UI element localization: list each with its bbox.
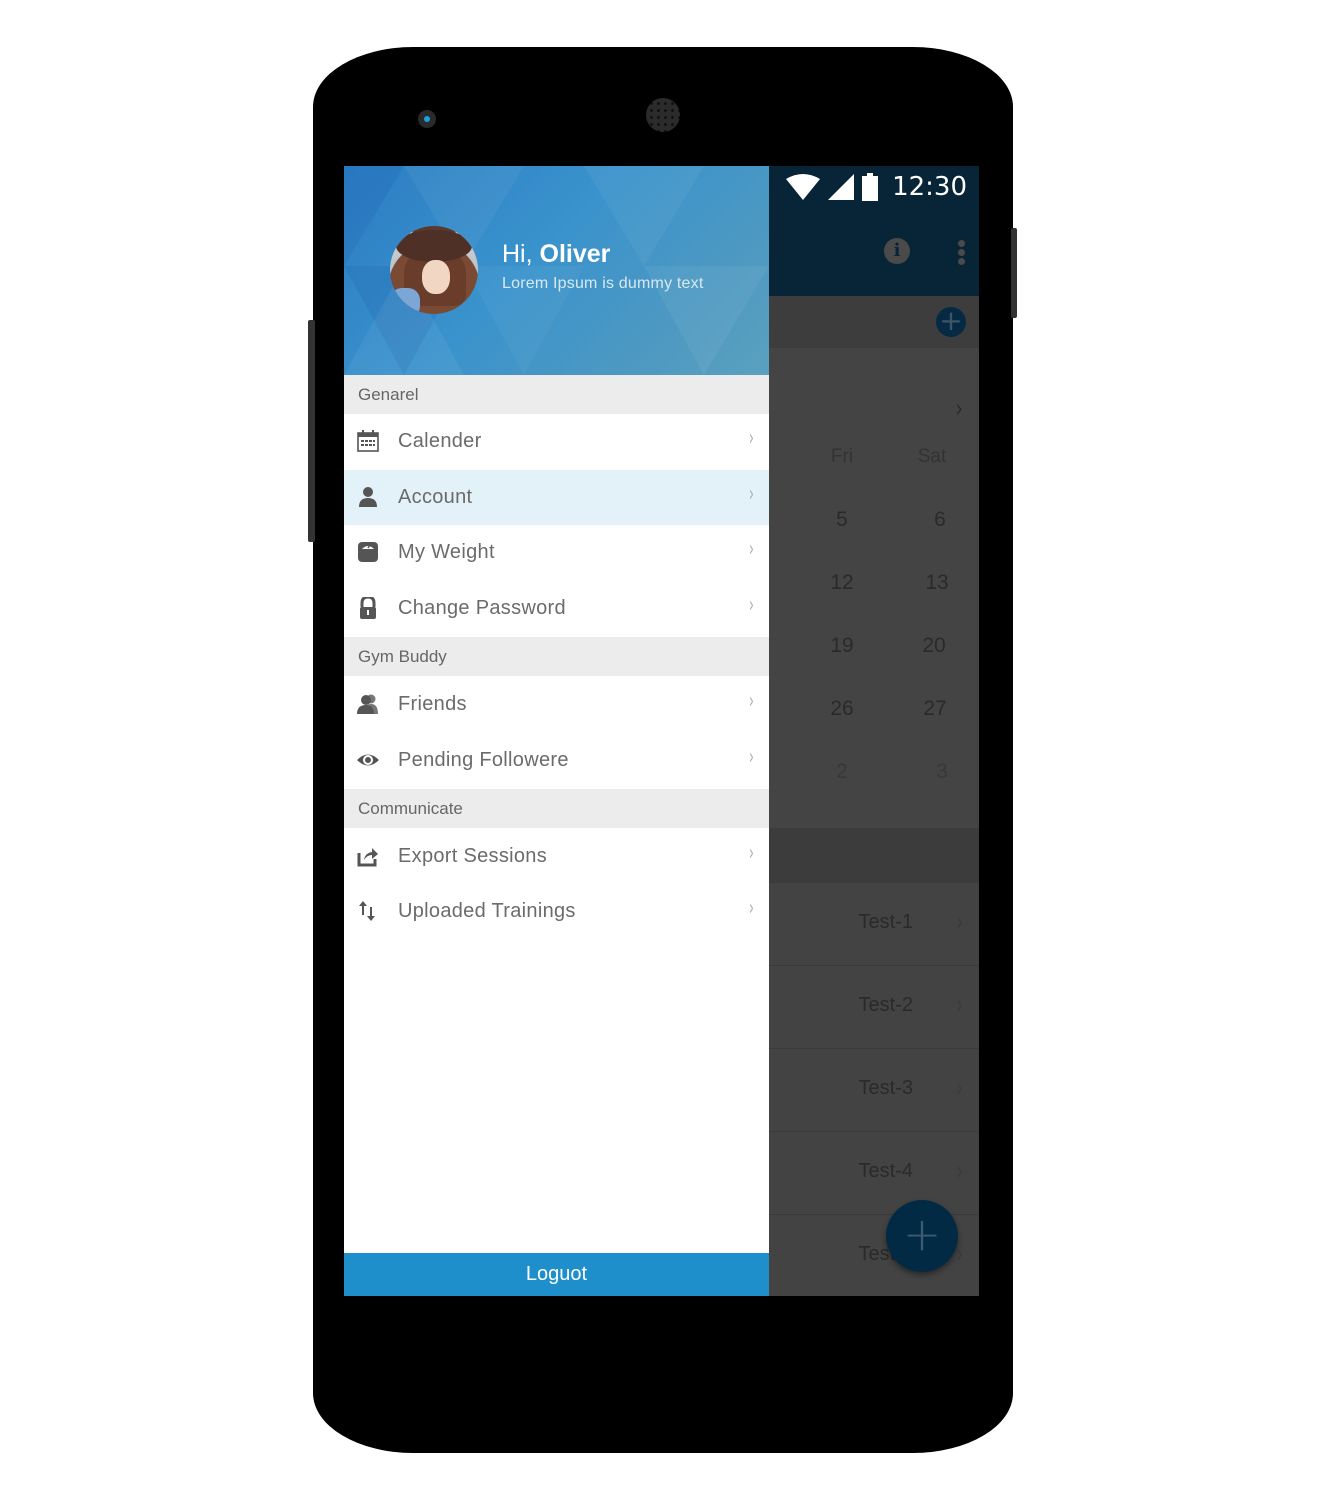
lock-icon [360, 597, 376, 619]
drawer-item-label: Account [398, 486, 473, 508]
navigation-drawer: Hi, Oliver Lorem Ipsum is dummy text Gen… [344, 166, 769, 1296]
battery-icon [862, 173, 879, 201]
calendar-icon [357, 430, 379, 452]
session-label: Test-4 [858, 1160, 913, 1182]
calendar-day[interactable]: 2 [812, 760, 872, 784]
drawer-item-export-sessions[interactable]: Export Sessions › [344, 829, 769, 884]
user-name: Oliver [539, 240, 611, 268]
power-button [1011, 228, 1017, 318]
section-header-gym-buddy: Gym Buddy [344, 637, 769, 676]
sort-arrows-icon [359, 901, 375, 921]
drawer-item-label: Pending Followere [398, 749, 569, 771]
greeting-prefix: Hi, [502, 240, 533, 268]
add-session-fab[interactable]: + [886, 1200, 958, 1272]
calendar-day[interactable]: 13 [907, 571, 967, 595]
screen: 12:30 i + › Fri Sat 5 6 12 13 19 20 26 2… [344, 166, 979, 1296]
avatar[interactable] [390, 226, 478, 314]
chevron-right-icon: › [748, 537, 754, 562]
drawer-header: Hi, Oliver Lorem Ipsum is dummy text [344, 166, 769, 375]
wifi-icon [786, 174, 821, 200]
calendar-day-name: Fri [830, 446, 854, 467]
section-title: Genarel [358, 385, 419, 404]
calendar-day[interactable]: 26 [812, 697, 872, 721]
volume-button [308, 320, 315, 542]
session-label: Test-1 [858, 911, 913, 933]
section-title: Communicate [358, 799, 463, 818]
session-label: Test-2 [858, 994, 913, 1016]
add-icon[interactable]: + [936, 307, 966, 337]
friends-icon [357, 694, 378, 714]
drawer-item-uploaded-trainings[interactable]: Uploaded Trainings › [344, 884, 769, 939]
drawer-item-label: Uploaded Trainings [398, 900, 576, 922]
drawer-item-label: Calender [398, 430, 482, 452]
calendar-day[interactable]: 6 [910, 508, 970, 532]
chevron-right-icon: › [748, 426, 754, 451]
drawer-item-my-weight[interactable]: My Weight › [344, 525, 769, 580]
calendar-next-month-icon[interactable]: › [956, 394, 963, 424]
chevron-right-icon: › [956, 1154, 963, 1187]
drawer-item-label: Friends [398, 693, 467, 715]
drawer-item-label: Change Password [398, 597, 566, 619]
chevron-right-icon: › [748, 482, 754, 507]
calendar-day[interactable]: 27 [905, 697, 965, 721]
calendar-day[interactable]: 5 [812, 508, 872, 532]
info-icon[interactable]: i [884, 238, 910, 264]
chevron-right-icon: › [748, 896, 754, 921]
logout-button[interactable]: Loguot [344, 1253, 769, 1296]
session-label: Test-3 [858, 1077, 913, 1099]
drawer-item-change-password[interactable]: Change Password › [344, 581, 769, 636]
calendar-day[interactable]: 3 [912, 760, 972, 784]
calendar-day-name: Sat [917, 446, 947, 467]
section-title: Gym Buddy [358, 647, 447, 666]
user-subtitle: Lorem Ipsum is dummy text [502, 275, 704, 292]
drawer-item-friends[interactable]: Friends › [344, 677, 769, 732]
greeting: Hi, Oliver [502, 240, 610, 269]
signal-icon [828, 174, 855, 200]
status-time: 12:30 [892, 172, 967, 202]
weight-scale-icon [358, 542, 378, 562]
calendar-day[interactable]: 12 [812, 571, 872, 595]
drawer-item-label: Export Sessions [398, 845, 548, 867]
earpiece-speaker [646, 98, 680, 132]
drawer-item-pending-followere[interactable]: Pending Followere › [344, 733, 769, 788]
eye-icon [357, 754, 379, 766]
export-icon [357, 848, 378, 867]
front-camera [418, 110, 436, 128]
chevron-right-icon: › [748, 841, 754, 866]
chevron-right-icon: › [748, 593, 754, 618]
chevron-right-icon: › [748, 689, 754, 714]
chevron-right-icon: › [956, 905, 963, 938]
section-header-general: Genarel [344, 375, 769, 414]
calendar-day[interactable]: 19 [812, 634, 872, 658]
drawer-item-account[interactable]: Account › [344, 470, 769, 525]
chevron-right-icon: › [956, 988, 963, 1021]
person-icon [359, 487, 377, 507]
chevron-right-icon: › [956, 1071, 963, 1104]
drawer-item-label: My Weight [398, 541, 495, 563]
drawer-item-calender[interactable]: Calender › [344, 414, 769, 469]
more-vert-icon[interactable] [958, 240, 966, 268]
section-header-communicate: Communicate [344, 789, 769, 828]
chevron-right-icon: › [748, 745, 754, 770]
calendar-day[interactable]: 20 [904, 634, 964, 658]
